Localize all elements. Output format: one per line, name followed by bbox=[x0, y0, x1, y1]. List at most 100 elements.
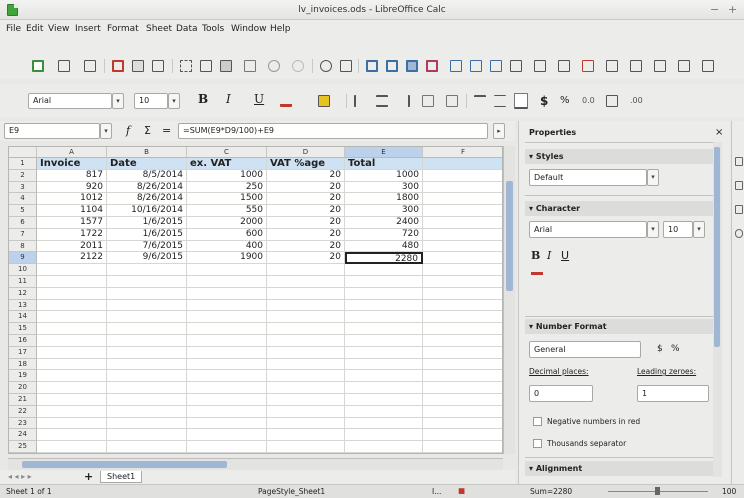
row-header[interactable]: 16 bbox=[9, 335, 37, 347]
header-cell[interactable]: Invoice bbox=[37, 158, 107, 170]
export-pdf-icon[interactable] bbox=[112, 60, 124, 72]
table-cell[interactable] bbox=[267, 370, 345, 383]
table-cell[interactable] bbox=[107, 405, 187, 418]
spelling-icon[interactable] bbox=[340, 60, 352, 72]
paste-icon[interactable] bbox=[220, 60, 232, 72]
background-color-icon[interactable] bbox=[318, 95, 330, 107]
italic-button[interactable]: I bbox=[226, 92, 231, 106]
table-cell[interactable] bbox=[345, 441, 423, 453]
table-cell[interactable]: 20 bbox=[267, 193, 345, 206]
table-cell[interactable] bbox=[187, 335, 267, 347]
print-icon[interactable] bbox=[132, 60, 144, 72]
table-cell[interactable] bbox=[423, 359, 502, 371]
table-cell[interactable] bbox=[267, 405, 345, 418]
table-cell[interactable] bbox=[423, 406, 502, 418]
table-cell[interactable]: 20 bbox=[267, 228, 345, 241]
table-cell[interactable] bbox=[267, 335, 345, 347]
name-box[interactable]: E9 bbox=[4, 123, 100, 139]
table-cell[interactable] bbox=[107, 335, 187, 347]
table-cell[interactable]: 10/16/2014 bbox=[107, 205, 187, 217]
table-cell[interactable] bbox=[423, 441, 502, 453]
menu-data[interactable]: Data bbox=[176, 24, 198, 34]
currency-format-icon[interactable]: $ bbox=[540, 95, 552, 107]
table-cell[interactable]: 20 bbox=[267, 169, 345, 182]
table-cell[interactable] bbox=[345, 346, 423, 359]
header-cell[interactable]: Total bbox=[345, 158, 423, 170]
table-cell[interactable] bbox=[187, 405, 267, 418]
table-cell[interactable] bbox=[423, 382, 502, 394]
navigator-deck-icon[interactable] bbox=[735, 229, 743, 238]
menu-insert[interactable]: Insert bbox=[75, 24, 101, 34]
table-cell[interactable] bbox=[187, 429, 267, 442]
table-cell[interactable] bbox=[345, 299, 423, 312]
table-cell[interactable] bbox=[187, 311, 267, 324]
table-cell[interactable] bbox=[187, 299, 267, 312]
header-cell[interactable] bbox=[423, 158, 502, 170]
table-cell[interactable] bbox=[423, 182, 502, 194]
table-cell[interactable] bbox=[267, 287, 345, 300]
open-icon[interactable] bbox=[58, 60, 70, 72]
expand-formula-bar-icon[interactable]: ▸ bbox=[493, 123, 505, 139]
table-cell[interactable]: 1500 bbox=[187, 193, 267, 206]
table-cell[interactable] bbox=[107, 299, 187, 312]
font-name-box[interactable]: Arial bbox=[28, 93, 112, 109]
gallery-deck-icon[interactable] bbox=[735, 205, 743, 214]
row-header[interactable]: 1 bbox=[9, 158, 37, 170]
table-cell[interactable] bbox=[37, 299, 107, 312]
table-cell[interactable] bbox=[345, 264, 423, 276]
table-cell[interactable] bbox=[187, 287, 267, 300]
column-icon[interactable] bbox=[386, 60, 398, 72]
column-header-e[interactable]: E bbox=[345, 147, 423, 158]
number-format-select[interactable]: General bbox=[529, 341, 641, 358]
row-header[interactable]: 5 bbox=[9, 205, 37, 217]
table-cell[interactable] bbox=[37, 346, 107, 359]
column-header-a[interactable]: A bbox=[37, 147, 107, 158]
table-cell[interactable]: 550 bbox=[187, 205, 267, 217]
column-header-d[interactable]: D bbox=[267, 147, 345, 158]
leading-zeroes-spinner[interactable]: 1 bbox=[637, 385, 709, 402]
table-cell[interactable]: 20 bbox=[267, 240, 345, 253]
table-cell[interactable] bbox=[37, 405, 107, 418]
menu-format[interactable]: Format bbox=[107, 24, 139, 34]
page-style[interactable]: PageStyle_Sheet1 bbox=[258, 487, 325, 496]
zoom-level[interactable]: 100 bbox=[722, 487, 736, 496]
table-cell[interactable]: 1722 bbox=[37, 228, 107, 241]
table-cell[interactable]: 20 bbox=[267, 205, 345, 217]
table-cell[interactable]: 1000 bbox=[345, 169, 423, 182]
row-header[interactable]: 18 bbox=[9, 358, 37, 371]
print-preview-icon[interactable] bbox=[152, 60, 164, 72]
table-cell[interactable] bbox=[37, 323, 107, 335]
new-spreadsheet-icon[interactable] bbox=[32, 60, 44, 72]
table-cell[interactable] bbox=[423, 323, 502, 335]
table-cell[interactable] bbox=[423, 241, 502, 253]
row-header[interactable]: 17 bbox=[9, 346, 37, 359]
table-cell[interactable] bbox=[187, 276, 267, 288]
styles-deck-icon[interactable] bbox=[735, 181, 743, 190]
table-cell[interactable]: 400 bbox=[187, 240, 267, 253]
menu-sheet[interactable]: Sheet bbox=[146, 24, 172, 34]
table-cell[interactable] bbox=[345, 358, 423, 371]
insert-image-icon[interactable] bbox=[510, 60, 522, 72]
table-cell[interactable] bbox=[107, 287, 187, 300]
table-cell[interactable]: 2011 bbox=[37, 240, 107, 253]
table-cell[interactable] bbox=[423, 252, 502, 265]
sum-icon[interactable]: Σ bbox=[144, 124, 151, 137]
add-sheet-button[interactable]: + bbox=[84, 470, 93, 483]
table-cell[interactable]: 8/26/2014 bbox=[107, 193, 187, 206]
find-replace-icon[interactable] bbox=[320, 60, 332, 72]
sort-ascending-icon[interactable] bbox=[450, 60, 462, 72]
vertical-scrollbar[interactable] bbox=[503, 146, 515, 454]
negative-red-checkbox[interactable] bbox=[533, 417, 542, 426]
menu-file[interactable]: File bbox=[6, 24, 21, 34]
table-cell[interactable] bbox=[107, 276, 187, 288]
wrap-text-icon[interactable] bbox=[422, 95, 434, 107]
table-cell[interactable] bbox=[267, 299, 345, 312]
center-vertically-icon[interactable] bbox=[494, 95, 506, 107]
row-header[interactable]: 12 bbox=[9, 287, 37, 300]
sidebar-italic-icon[interactable]: I bbox=[547, 249, 551, 262]
table-cell[interactable] bbox=[107, 441, 187, 453]
table-cell[interactable] bbox=[423, 429, 502, 442]
sort-descending-icon[interactable] bbox=[470, 60, 482, 72]
table-cell[interactable] bbox=[37, 382, 107, 394]
align-left-icon[interactable] bbox=[354, 95, 366, 107]
